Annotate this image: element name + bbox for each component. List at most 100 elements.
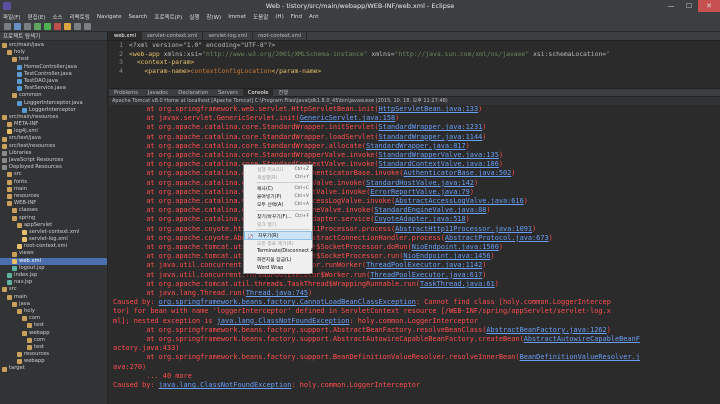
- menu-item[interactable]: 소스: [52, 13, 62, 21]
- tree-item[interactable]: LoggerInterceptor: [0, 107, 107, 114]
- new-icon[interactable]: [4, 22, 11, 30]
- tree-item[interactable]: servlet-log.xml: [0, 236, 107, 243]
- log-link[interactable]: java.lang.ClassNotFoundException: [159, 381, 292, 389]
- tree-item[interactable]: root-context.xml: [0, 243, 107, 250]
- editor-tab[interactable]: servlet-context.xml: [142, 32, 204, 40]
- log-link[interactable]: Thread.java:745: [246, 289, 308, 297]
- run-icon[interactable]: [44, 22, 51, 30]
- log-link[interactable]: StandardWrapperValve.java:135: [379, 151, 499, 159]
- context-menu-item[interactable]: Word Wrap: [244, 264, 312, 272]
- tree-item[interactable]: webapp: [0, 330, 107, 337]
- context-menu-item[interactable]: 복사(C) Ctrl+C: [244, 184, 312, 192]
- tree-item[interactable]: JavaScript Resources: [0, 157, 107, 164]
- tree-item[interactable]: TestDAO.java: [0, 78, 107, 85]
- tree-item[interactable]: log4j.xml: [0, 128, 107, 135]
- context-menu-item[interactable]: 붙여넣기(P) Ctrl+V: [244, 193, 312, 201]
- tree-item[interactable]: com: [0, 337, 107, 344]
- log-link[interactable]: AbstractProtocol.java:673: [445, 234, 549, 242]
- tree-item[interactable]: resources: [0, 193, 107, 200]
- search-icon[interactable]: [64, 22, 71, 30]
- context-menu-item[interactable]: 환경 설정(P)...: [244, 275, 312, 283]
- tree-item[interactable]: java: [0, 301, 107, 308]
- tree-item[interactable]: fonts: [0, 179, 107, 186]
- menu-item[interactable]: Find: [291, 14, 302, 20]
- editor-tab[interactable]: web.xml: [109, 32, 142, 40]
- tree-item[interactable]: WEB-INF: [0, 200, 107, 207]
- tree-item[interactable]: test: [0, 344, 107, 351]
- tree-item[interactable]: src: [0, 286, 107, 293]
- log-link[interactable]: TaskThread.java:61: [420, 280, 495, 288]
- console-tab[interactable]: Servers: [213, 90, 243, 96]
- tree-item[interactable]: com: [0, 315, 107, 322]
- debug-icon[interactable]: [34, 22, 41, 30]
- tree-item[interactable]: webapp: [0, 358, 107, 365]
- console-tab[interactable]: 진행: [273, 89, 293, 96]
- log-link[interactable]: AuthenticatorBase.java:502: [403, 169, 511, 177]
- tree-item[interactable]: test: [0, 56, 107, 63]
- tree-item[interactable]: src: [0, 171, 107, 178]
- console-output[interactable]: at org.springframework.web.servlet.HttpS…: [109, 105, 720, 390]
- log-link[interactable]: AbstractAccessLogValve.java:616: [395, 197, 524, 205]
- tree-item[interactable]: Libraries: [0, 150, 107, 157]
- menu-item[interactable]: (H): [275, 14, 283, 20]
- print-icon[interactable]: [24, 22, 31, 30]
- context-menu-item[interactable]: Terminate/Disconnect All: [244, 248, 317, 256]
- code-editor[interactable]: 1 <?xml version="1.0" encoding="UTF-8"?> 2…: [109, 41, 720, 75]
- tree-item[interactable]: nav.jsp: [0, 279, 107, 286]
- log-link[interactable]: ThreadPoolExecutor.java:617: [370, 271, 482, 279]
- stop-icon[interactable]: [54, 22, 61, 30]
- editor-tab[interactable]: servlet-log.xml: [203, 32, 254, 40]
- log-link[interactable]: NioEndpoint.java:1456: [403, 252, 490, 260]
- log-link[interactable]: org.springframework.beans.factory.Cannot…: [159, 298, 416, 306]
- log-link[interactable]: CoyoteAdapter.java:518: [374, 215, 465, 223]
- tree-item[interactable]: src/test/java: [0, 135, 107, 142]
- tree-item[interactable]: appServlet: [0, 222, 107, 229]
- log-link[interactable]: ErrorReportValve.java:79: [370, 188, 470, 196]
- log-link[interactable]: java.lang.ClassNotFoundException: [217, 317, 350, 325]
- menu-item[interactable]: Navigate: [97, 14, 122, 20]
- tree-item[interactable]: holy: [0, 308, 107, 315]
- log-link[interactable]: AbstractHttp11Processor.java:1091: [395, 225, 532, 233]
- tree-item[interactable]: logout.jsp: [0, 265, 107, 272]
- tree-item[interactable]: web.xml: [0, 257, 107, 265]
- context-menu-item[interactable]: 모두 선택(A) Ctrl+A: [244, 201, 312, 209]
- forward-icon[interactable]: [84, 22, 91, 30]
- close-button[interactable]: ✕: [698, 0, 720, 12]
- menu-item[interactable]: 파일(F): [3, 13, 21, 21]
- tree-item[interactable]: META-INF: [0, 121, 107, 128]
- menu-item[interactable]: 창(W): [206, 13, 221, 21]
- tree-item[interactable]: views: [0, 250, 107, 257]
- menu-item[interactable]: Search: [129, 14, 148, 20]
- tree-item[interactable]: holy: [0, 49, 107, 56]
- save-icon[interactable]: [14, 22, 21, 30]
- log-link[interactable]: HttpServletBean.java:133: [379, 105, 479, 113]
- console-tab[interactable]: Javadoc: [143, 90, 173, 96]
- tree-item[interactable]: LoggerInterceptor.java: [0, 100, 107, 107]
- tree-item[interactable]: src/main/resources: [0, 114, 107, 121]
- tree-item[interactable]: test: [0, 322, 107, 329]
- menu-item[interactable]: 실행: [189, 13, 199, 21]
- tree-item[interactable]: TestService.java: [0, 85, 107, 92]
- log-link[interactable]: BeanDefinitionValueResolver.j: [520, 353, 640, 361]
- tree-item[interactable]: TestController.java: [0, 71, 107, 78]
- context-menu-item[interactable]: 지우기(R): [244, 231, 312, 240]
- tree-item[interactable]: resources: [0, 351, 107, 358]
- log-link[interactable]: StandardWrapper.java:817: [366, 142, 466, 150]
- console-tab[interactable]: Console: [242, 88, 274, 97]
- tree-item[interactable]: HomeController.java: [0, 64, 107, 71]
- console-tab[interactable]: Declaration: [173, 90, 213, 96]
- log-link[interactable]: AbstractAutowireCapableBeanF: [524, 335, 640, 343]
- minimize-button[interactable]: —: [662, 0, 680, 12]
- tree-item[interactable]: src/test/resources: [0, 143, 107, 150]
- editor-tab[interactable]: root-context.xml: [253, 32, 308, 40]
- log-link[interactable]: StandardWrapper.java:1231: [379, 123, 483, 131]
- menu-item[interactable]: Ant: [309, 14, 318, 20]
- log-link[interactable]: StandardHostValve.java:142: [366, 179, 474, 187]
- log-link[interactable]: NioEndpoint.java:1500: [412, 243, 499, 251]
- menu-item[interactable]: 도움말: [253, 13, 268, 21]
- log-link[interactable]: StandardWrapper.java:1144: [379, 133, 483, 141]
- console-tab[interactable]: Problems: [109, 90, 143, 96]
- log-link[interactable]: AbstractBeanFactory.java:1262: [486, 326, 606, 334]
- log-link[interactable]: StandardEngineValve.java:88: [374, 206, 486, 214]
- tree-item[interactable]: servlet-context.xml: [0, 229, 107, 236]
